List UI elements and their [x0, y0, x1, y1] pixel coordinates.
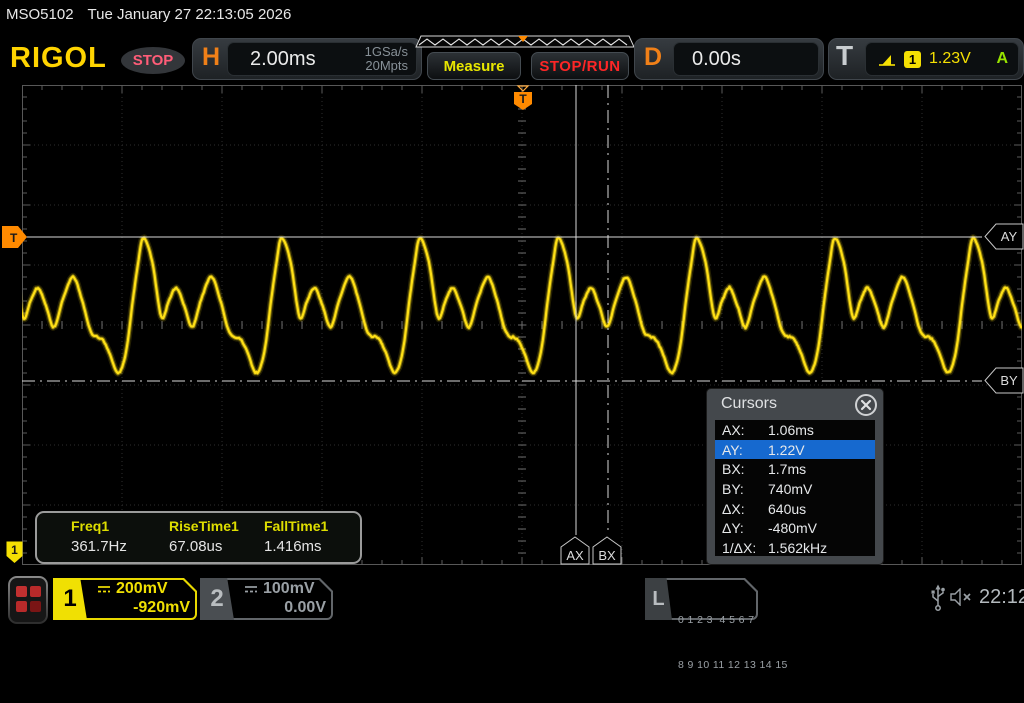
channel2-offset: 0.00V [244, 598, 326, 617]
measurement-value: 361.7Hz [71, 538, 127, 555]
trigger-edge-icon [878, 52, 896, 67]
cursors-panel-title: Cursors [721, 395, 777, 413]
rigol-logo: RIGOL [10, 42, 107, 75]
sample-rate: 1GSa/s [365, 45, 408, 59]
cursor-ay-tag-text: AY [1001, 229, 1018, 244]
delay-label: D [644, 43, 662, 72]
cursor-row-by[interactable]: BY: 740mV [715, 479, 875, 499]
cursor-ay-tag[interactable]: AY [984, 223, 1024, 250]
channel1-status-block[interactable]: 1 200mV -920mV [53, 578, 197, 620]
trigger-valuebox: 1 1.23V A [865, 42, 1019, 76]
trigger-mode: A [996, 50, 1008, 68]
cursor-row-value: 1.7ms [768, 461, 806, 477]
cursor-row-inv-dx[interactable]: 1/ΔX: 1.562kHz [715, 538, 875, 558]
cursor-row-label: 1/ΔX: [715, 540, 768, 556]
cursor-by-tag[interactable]: BY [984, 367, 1024, 394]
trigger-marker-letter: T [519, 92, 527, 106]
quick-menu-icon [10, 578, 46, 622]
channel2-scale: 100mV [263, 579, 315, 598]
horizontal-label: H [202, 43, 220, 72]
measurement-item[interactable]: Freq1 361.7Hz [71, 518, 127, 555]
cursor-row-dx[interactable]: ΔX: 640us [715, 499, 875, 519]
measurement-value: 67.08us [169, 538, 239, 555]
cursor-row-label: AY: [715, 442, 768, 458]
measurement-label: Freq1 [71, 518, 127, 534]
trigger-position-marker[interactable]: T [513, 85, 533, 111]
cursor-ax-tag[interactable]: AX [560, 536, 591, 565]
channel1-marker-number: 1 [11, 543, 18, 557]
measurement-label: RiseTime1 [169, 518, 239, 534]
cursor-row-label: ΔX: [715, 501, 768, 517]
delay-panel[interactable]: D 0.00s [634, 38, 824, 80]
cursor-row-label: ΔY: [715, 520, 768, 536]
trigger-fine-icon [518, 86, 528, 91]
logic-channels-block[interactable]: L 0 1 2 3 4 5 6 7 8 9 10 11 12 13 14 15 [645, 578, 758, 620]
measure-button[interactable]: Measure [427, 52, 521, 80]
memory-depth: 20Mpts [365, 59, 408, 73]
delay-value: 0.00s [692, 48, 741, 71]
cursor-ax-tag-text: AX [566, 548, 584, 563]
horizontal-valuebox: 2.00ms 1GSa/s 20Mpts [227, 42, 417, 76]
trigger-level-marker[interactable]: T [2, 226, 28, 248]
timebase-value: 2.00ms [250, 48, 316, 71]
trigger-source-badge: 1 [904, 51, 921, 68]
cursor-row-label: BY: [715, 481, 768, 497]
close-icon [860, 399, 872, 411]
cursors-list: AX: 1.06ms AY: 1.22V BX: 1.7ms BY: 740mV… [715, 420, 875, 556]
trigger-level-letter: T [10, 231, 18, 245]
delay-valuebox: 0.00s [673, 42, 819, 76]
trigger-label: T [836, 40, 853, 72]
speaker-muted-icon [950, 588, 976, 606]
cursors-panel: Cursors AX: 1.06ms AY: 1.22V BX: 1.7ms B… [706, 388, 884, 565]
topbar: MSO5102 Tue January 27 22:13:05 2026 [6, 6, 291, 23]
measurement-label: FallTime1 [264, 518, 328, 534]
measurement-value: 1.416ms [264, 538, 328, 555]
cursor-row-ay[interactable]: AY: 1.22V [715, 440, 875, 460]
run-state-badge: STOP [121, 47, 185, 74]
cursors-close-button[interactable] [855, 394, 877, 416]
logic-channels-row2: 8 9 10 11 12 13 14 15 [678, 658, 754, 673]
cursor-row-value: 1.06ms [768, 422, 814, 438]
cursor-row-label: AX: [715, 422, 768, 438]
logic-channels-row1: 0 1 2 3 4 5 6 7 [678, 613, 754, 628]
trigger-panel[interactable]: T 1 1.23V A [828, 38, 1024, 80]
measurement-item[interactable]: FallTime1 1.416ms [264, 518, 328, 555]
stop-run-button[interactable]: STOP/RUN [531, 52, 629, 80]
channel1-position-marker[interactable]: 1 [6, 541, 23, 564]
waveform-position-indicator[interactable] [415, 35, 635, 49]
trigger-level-value: 1.23V [929, 50, 971, 68]
cursor-row-bx[interactable]: BX: 1.7ms [715, 459, 875, 479]
channel1-scale: 200mV [116, 579, 168, 598]
horizontal-panel[interactable]: H 2.00ms 1GSa/s 20Mpts [192, 38, 422, 80]
measurement-item[interactable]: RiseTime1 67.08us [169, 518, 239, 555]
cursor-row-value: -480mV [768, 520, 817, 536]
cursor-row-dy[interactable]: ΔY: -480mV [715, 518, 875, 538]
model-name: MSO5102 [6, 6, 74, 23]
cursor-row-value: 640us [768, 501, 806, 517]
quick-menu-button[interactable] [8, 576, 48, 624]
cursor-by-tag-text: BY [1000, 373, 1018, 388]
datetime-text: Tue January 27 22:13:05 2026 [88, 6, 292, 23]
cursor-row-value: 1.22V [768, 442, 805, 458]
dc-coupling-icon [244, 584, 258, 594]
cursor-row-value: 740mV [768, 481, 812, 497]
cursor-row-ax[interactable]: AX: 1.06ms [715, 420, 875, 440]
cursor-bx-tag[interactable]: BX [592, 536, 623, 565]
acquisition-rates: 1GSa/s 20Mpts [365, 45, 408, 73]
clock-text: 22:12 [979, 586, 1024, 609]
cursor-row-value: 1.562kHz [768, 540, 827, 556]
cursor-row-label: BX: [715, 461, 768, 477]
measurement-panel: Freq1 361.7Hz RiseTime1 67.08us FallTime… [35, 511, 362, 564]
cursor-bx-tag-text: BX [598, 548, 616, 563]
channel2-status-block[interactable]: 2 100mV 0.00V [200, 578, 333, 620]
dc-coupling-icon [97, 584, 111, 594]
channel1-offset: -920mV [97, 598, 190, 617]
usb-icon [929, 584, 947, 612]
